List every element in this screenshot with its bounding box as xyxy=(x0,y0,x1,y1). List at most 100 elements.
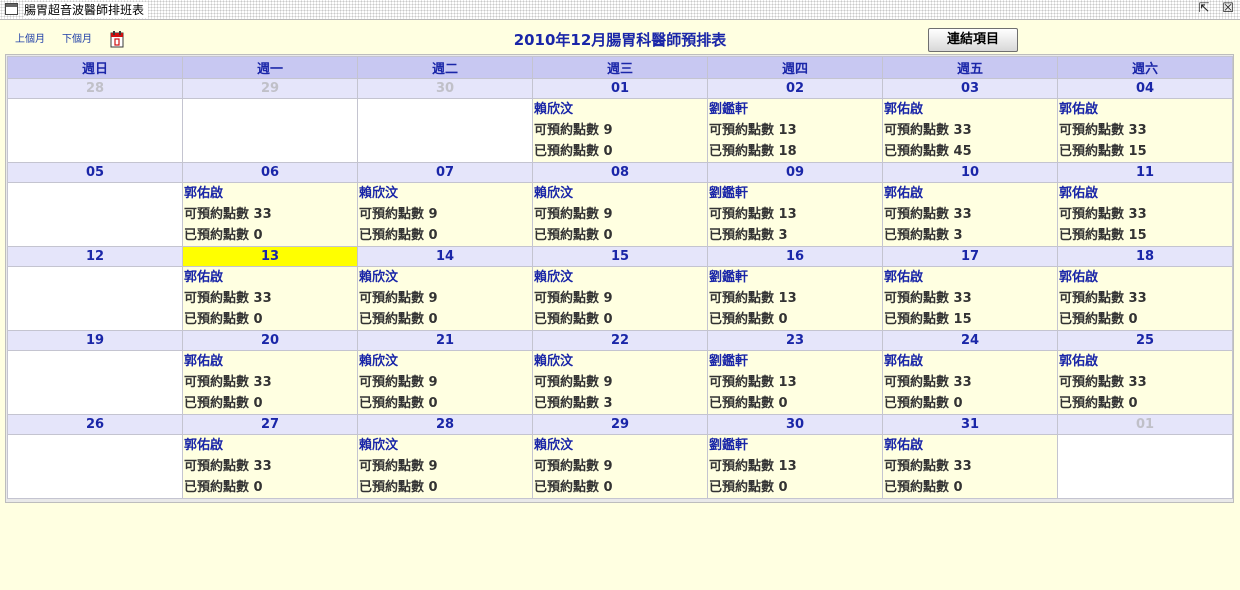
date-cell[interactable]: 27 xyxy=(182,414,358,435)
date-cell[interactable]: 07 xyxy=(357,162,533,183)
doctor-name-link[interactable]: 賴欣汶 xyxy=(533,99,707,120)
date-cell[interactable]: 03 xyxy=(882,78,1058,99)
day-cell[interactable]: 郭佑啟 可預約點數 33 已預約點數 0 xyxy=(182,266,358,331)
day-cell[interactable]: 賴欣汶 可預約點數 9 已預約點數 0 xyxy=(532,434,708,499)
day-cell[interactable]: 賴欣汶 可預約點數 9 已預約點數 0 xyxy=(532,266,708,331)
date-cell[interactable]: 11 xyxy=(1057,162,1233,183)
available-points-label: 可預約點數 xyxy=(184,207,250,222)
date-cell[interactable]: 30 xyxy=(357,78,533,99)
doctor-name-link[interactable]: 郭佑啟 xyxy=(1058,99,1232,120)
day-cell[interactable]: 賴欣汶 可預約點數 9 已預約點數 3 xyxy=(532,350,708,415)
date-cell[interactable]: 21 xyxy=(357,330,533,351)
date-cell[interactable]: 04 xyxy=(1057,78,1233,99)
doctor-name-link[interactable]: 賴欣汶 xyxy=(533,183,707,204)
date-cell[interactable]: 16 xyxy=(707,246,883,267)
restore-icon[interactable]: ⇱ xyxy=(1196,1,1212,17)
day-cell xyxy=(7,98,183,163)
day-cell[interactable]: 郭佑啟 可預約點數 33 已預約點數 3 xyxy=(882,182,1058,247)
doctor-name-link[interactable]: 賴欣汶 xyxy=(358,267,532,288)
day-cell[interactable]: 郭佑啟 可預約點數 33 已預約點數 0 xyxy=(182,350,358,415)
doctor-name-link[interactable]: 劉鑑軒 xyxy=(708,435,882,456)
date-cell[interactable]: 01 xyxy=(532,78,708,99)
doctor-name-link[interactable]: 郭佑啟 xyxy=(883,351,1057,372)
doctor-name-link[interactable]: 賴欣汶 xyxy=(533,351,707,372)
link-items-button[interactable]: 連結項目 xyxy=(928,28,1018,52)
date-cell[interactable]: 31 xyxy=(882,414,1058,435)
doctor-name-link[interactable]: 郭佑啟 xyxy=(183,435,357,456)
doctor-name-link[interactable]: 郭佑啟 xyxy=(883,183,1057,204)
day-cell[interactable]: 郭佑啟 可預約點數 33 已預約點數 15 xyxy=(882,266,1058,331)
day-cell[interactable]: 賴欣汶 可預約點數 9 已預約點數 0 xyxy=(357,434,533,499)
day-cell[interactable]: 劉鑑軒 可預約點數 13 已預約點數 18 xyxy=(707,98,883,163)
doctor-name-link[interactable]: 賴欣汶 xyxy=(533,435,707,456)
date-cell[interactable]: 14 xyxy=(357,246,533,267)
date-cell[interactable]: 30 xyxy=(707,414,883,435)
doctor-name-link[interactable]: 劉鑑軒 xyxy=(708,183,882,204)
date-cell[interactable]: 08 xyxy=(532,162,708,183)
doctor-name-link[interactable]: 賴欣汶 xyxy=(358,351,532,372)
date-cell[interactable]: 26 xyxy=(7,414,183,435)
doctor-name-link[interactable]: 劉鑑軒 xyxy=(708,267,882,288)
date-cell[interactable]: 02 xyxy=(707,78,883,99)
available-points: 可預約點數 33 xyxy=(183,372,357,393)
date-cell[interactable]: 19 xyxy=(7,330,183,351)
day-cell[interactable]: 郭佑啟 可預約點數 33 已預約點數 15 xyxy=(1057,98,1233,163)
booked-points: 已預約點數 15 xyxy=(1058,141,1232,162)
doctor-name-link[interactable]: 郭佑啟 xyxy=(1058,267,1232,288)
booked-points-label: 已預約點數 xyxy=(709,228,775,243)
date-cell[interactable]: 24 xyxy=(882,330,1058,351)
available-points: 可預約點數 33 xyxy=(1058,288,1232,309)
date-cell[interactable]: 12 xyxy=(7,246,183,267)
doctor-name-link[interactable]: 劉鑑軒 xyxy=(708,99,882,120)
date-cell[interactable]: 20 xyxy=(182,330,358,351)
day-cell[interactable]: 郭佑啟 可預約點數 33 已預約點數 15 xyxy=(1057,182,1233,247)
day-cell[interactable]: 郭佑啟 可預約點數 33 已預約點數 0 xyxy=(882,350,1058,415)
day-cell[interactable]: 賴欣汶 可預約點數 9 已預約點數 0 xyxy=(532,182,708,247)
date-cell[interactable]: 17 xyxy=(882,246,1058,267)
day-cell[interactable]: 賴欣汶 可預約點數 9 已預約點數 0 xyxy=(532,98,708,163)
date-cell[interactable]: 09 xyxy=(707,162,883,183)
date-cell[interactable]: 29 xyxy=(532,414,708,435)
date-cell[interactable]: 28 xyxy=(357,414,533,435)
day-cell[interactable]: 郭佑啟 可預約點數 33 已預約點數 0 xyxy=(882,434,1058,499)
doctor-name-link[interactable]: 郭佑啟 xyxy=(883,435,1057,456)
day-cell[interactable]: 劉鑑軒 可預約點數 13 已預約點數 0 xyxy=(707,350,883,415)
date-cell[interactable]: 23 xyxy=(707,330,883,351)
doctor-name-link[interactable]: 賴欣汶 xyxy=(533,267,707,288)
day-cell[interactable]: 賴欣汶 可預約點數 9 已預約點數 0 xyxy=(357,350,533,415)
day-cell[interactable]: 劉鑑軒 可預約點數 13 已預約點數 0 xyxy=(707,266,883,331)
doctor-name-link[interactable]: 郭佑啟 xyxy=(183,351,357,372)
date-cell[interactable]: 06 xyxy=(182,162,358,183)
date-cell[interactable]: 15 xyxy=(532,246,708,267)
day-cell[interactable]: 賴欣汶 可預約點數 9 已預約點數 0 xyxy=(357,266,533,331)
day-cell[interactable]: 郭佑啟 可預約點數 33 已預約點數 0 xyxy=(182,434,358,499)
date-cell[interactable]: 01 xyxy=(1057,414,1233,435)
doctor-name-link[interactable]: 劉鑑軒 xyxy=(708,351,882,372)
date-cell[interactable]: 05 xyxy=(7,162,183,183)
date-cell[interactable]: 22 xyxy=(532,330,708,351)
doctor-name-link[interactable]: 郭佑啟 xyxy=(183,183,357,204)
day-cell[interactable]: 賴欣汶 可預約點數 9 已預約點數 0 xyxy=(357,182,533,247)
date-cell[interactable]: 28 xyxy=(7,78,183,99)
date-cell[interactable]: 25 xyxy=(1057,330,1233,351)
day-cell[interactable]: 郭佑啟 可預約點數 33 已預約點數 0 xyxy=(1057,266,1233,331)
available-points: 可預約點數 9 xyxy=(533,456,707,477)
doctor-name-link[interactable]: 郭佑啟 xyxy=(883,99,1057,120)
date-cell[interactable]: 18 xyxy=(1057,246,1233,267)
day-cell[interactable]: 郭佑啟 可預約點數 33 已預約點數 0 xyxy=(1057,350,1233,415)
day-cell[interactable]: 劉鑑軒 可預約點數 13 已預約點數 3 xyxy=(707,182,883,247)
doctor-name-link[interactable]: 郭佑啟 xyxy=(1058,183,1232,204)
day-cell[interactable]: 郭佑啟 可預約點數 33 已預約點數 45 xyxy=(882,98,1058,163)
day-cell[interactable]: 劉鑑軒 可預約點數 13 已預約點數 0 xyxy=(707,434,883,499)
date-cell[interactable]: 10 xyxy=(882,162,1058,183)
doctor-name-link[interactable]: 郭佑啟 xyxy=(1058,351,1232,372)
date-cell[interactable]: 29 xyxy=(182,78,358,99)
close-icon[interactable]: ☒ xyxy=(1220,1,1236,17)
booked-points-label: 已預約點數 xyxy=(534,396,600,411)
doctor-name-link[interactable]: 賴欣汶 xyxy=(358,435,532,456)
today-date-cell[interactable]: 13 xyxy=(182,246,358,267)
day-cell[interactable]: 郭佑啟 可預約點數 33 已預約點數 0 xyxy=(182,182,358,247)
doctor-name-link[interactable]: 賴欣汶 xyxy=(358,183,532,204)
doctor-name-link[interactable]: 郭佑啟 xyxy=(183,267,357,288)
doctor-name-link[interactable]: 郭佑啟 xyxy=(883,267,1057,288)
